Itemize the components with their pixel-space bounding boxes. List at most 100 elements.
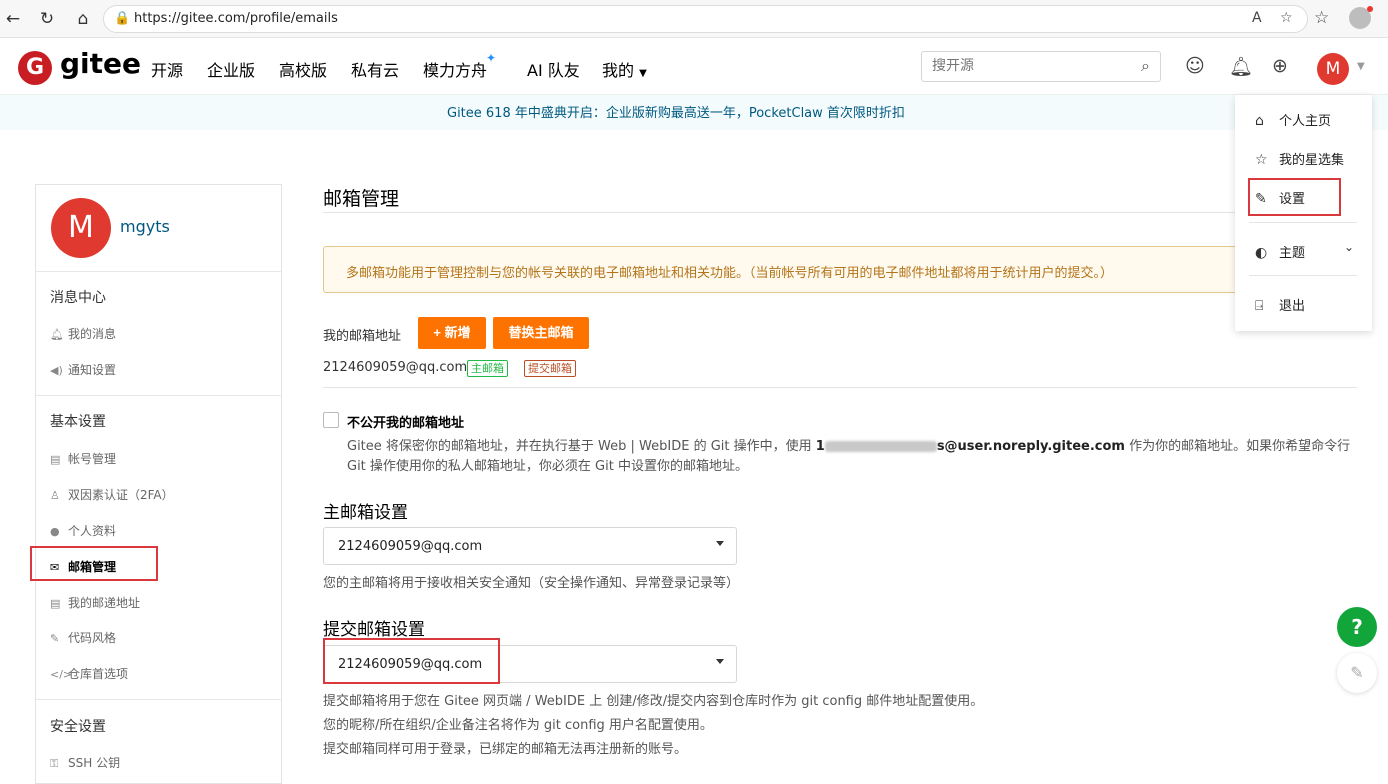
read-aloud-icon[interactable]: A [1252,10,1262,26]
profile-icon[interactable] [1349,6,1373,29]
search-input[interactable] [932,58,1122,74]
star-icon: ☆ [1255,152,1268,168]
nav-mine[interactable]: 我的 ▼ [602,57,647,81]
notice-text: 多邮箱功能用于管理控制与您的帐号关联的电子邮箱地址和相关功能。（当前帐号所有可用… [346,266,1114,281]
menu-item-logout[interactable]: ⍈ 退出 [1255,295,1305,314]
primary-email-section-title: 主邮箱设置 [323,503,408,523]
divider [1249,275,1357,276]
gitee-logo-icon[interactable]: G [18,51,52,85]
logo-text[interactable]: gitee [60,47,141,80]
sidebar-item-label: 代码风格 [68,631,117,645]
favorites-icon[interactable]: ☆ [1314,8,1329,28]
help-button[interactable]: ? [1337,607,1377,647]
sidebar-username[interactable]: mgyts [120,217,170,236]
caret-down-icon [716,541,724,546]
menu-item-label: 退出 [1279,299,1306,314]
hide-email-description: Gitee 将保密你的邮箱地址，并在执行基于 Web | WebIDE 的 Gi… [347,435,1350,454]
menu-item-homepage[interactable]: ⌂ 个人主页 [1255,110,1331,129]
sparkle-icon: ✦ [486,51,497,65]
banner-text: Gitee 618 年中盛典开启：企业版新购最高送一年，PocketClaw 首… [447,106,905,121]
sidebar-item-label: 个人资料 [68,524,117,538]
divider [1249,222,1357,223]
highlight-box [323,638,500,684]
select-value: 2124609059@qq.com [338,539,483,554]
sidebar-item-my-messages[interactable]: 🔔︎ 我的消息 [50,325,116,342]
browser-toolbar: ← ↻ ⌂ 🔒 https://gitee.com/profile/emails… [0,0,1388,38]
redacted-text [824,441,937,452]
bell-icon[interactable]: 🔔︎ [1229,55,1253,78]
address-url: https://gitee.com/profile/emails [134,11,338,26]
email-address: 2124609059@qq.com [323,360,468,375]
settings-sidebar: M mgyts 消息中心 🔔︎ 我的消息 ◀) 通知设置 基本设置 ▤ 帐号管理 ♙ 双… [35,184,282,784]
nav-ai-teammate[interactable]: AI 队友 [527,57,580,81]
back-icon[interactable]: ← [2,8,24,30]
sidebar-item-2fa[interactable]: ♙ 双因素认证（2FA） [50,486,174,503]
id-card-icon: ▤ [50,453,61,466]
caret-down-icon [716,659,724,664]
bell-icon: 🔔︎ [50,328,64,341]
sidebar-item-label: 帐号管理 [68,452,117,466]
refresh-icon[interactable]: ↻ [36,8,58,30]
sidebar-item-profile[interactable]: ● 个人资料 [50,522,116,539]
commit-email-hint-1: 提交邮箱将用于您在 Gitee 网页端 / WebIDE 上 创建/修改/提交内… [323,694,984,709]
caret-down-icon[interactable]: ▼ [1357,61,1365,72]
add-email-button[interactable]: + 新增 [418,317,486,349]
desc-text: 作为你的邮箱地址。如果你希望命令行 [1129,439,1351,454]
plus-circle-icon[interactable]: ⊕ [1272,55,1288,77]
sidebar-item-label: 我的消息 [68,327,117,341]
sidebar-item-label: 仓库首选项 [68,667,129,681]
hide-email-checkbox[interactable] [323,412,339,428]
site-header: G gitee 开源 企业版 高校版 私有云 模力方舟 ✦ AI 队友 我的 ▼… [0,39,1388,95]
sidebar-item-mailing-address[interactable]: ▤ 我的邮递地址 [50,594,140,611]
hide-email-description-2: Git 操作使用你的私人邮箱地址，你必须在 Git 中设置你的邮箱地址。 [347,459,748,474]
nav-education[interactable]: 高校版 [279,57,327,81]
page-title: 邮箱管理 [323,188,400,210]
menu-item-theme[interactable]: ◐ 主题 [1255,242,1305,261]
menu-item-label: 我的星选集 [1279,153,1345,168]
hide-email-label[interactable]: 不公开我的邮箱地址 [347,412,464,431]
divider [323,212,1357,213]
divider [36,395,281,396]
sidebar-item-label: 我的邮递地址 [68,596,141,610]
favorite-icon[interactable]: ☆ [1280,10,1293,26]
user-dropdown-menu: ⌂ 个人主页 ☆ 我的星选集 ✎ 设置 ◐ 主题 ⌄ ⍈ 退出 [1235,95,1372,331]
group-basic-settings: 基本设置 [50,414,106,430]
sidebar-item-label: SSH 公钥 [68,756,121,770]
bot-icon[interactable]: ☺ [1185,55,1205,77]
info-notice: 多邮箱功能用于管理控制与您的帐号关联的电子邮箱地址和相关功能。（当前帐号所有可用… [323,246,1357,293]
feedback-edit-icon[interactable]: ✎ [1337,653,1377,693]
menu-item-stars[interactable]: ☆ 我的星选集 [1255,149,1344,168]
user-icon: ● [50,525,60,538]
code-icon: </> [50,668,73,681]
emails-label: 我的邮箱地址 [323,329,402,344]
highlight-box [1248,178,1341,216]
sidebar-item-ssh-keys[interactable]: ⚿ SSH 公钥 [50,754,120,771]
sidebar-item-repo-preferences[interactable]: </>仓库首选项 [50,665,128,682]
search-icon[interactable]: ⌕ [1141,56,1150,76]
group-security-settings: 安全设置 [50,719,106,735]
highlight-box [30,546,158,581]
sidebar-avatar[interactable]: M [51,198,111,258]
promo-banner[interactable]: Gitee 618 年中盛典开启：企业版新购最高送一年，PocketClaw 首… [0,95,1388,130]
primary-email-badge: 主邮箱 [467,360,508,377]
divider [36,271,281,272]
primary-email-select[interactable]: 2124609059@qq.com [323,527,737,565]
sidebar-item-account[interactable]: ▤ 帐号管理 [50,450,116,467]
sidebar-item-notification-settings[interactable]: ◀) 通知设置 [50,361,116,378]
brush-icon: ✎ [50,632,60,645]
commit-email-section-title: 提交邮箱设置 [323,620,425,640]
user-avatar[interactable]: M [1317,53,1349,85]
chevron-down-icon[interactable]: ⌄ [1344,240,1354,254]
nav-mine-label: 我的 [602,61,635,80]
primary-email-hint: 您的主邮箱将用于接收相关安全通知（安全操作通知、异常登录记录等） [323,576,740,591]
home-icon[interactable]: ⌂ [72,8,94,30]
nav-moli[interactable]: 模力方舟 [423,57,487,81]
address-bar[interactable]: 🔒 https://gitee.com/profile/emails A ☆ [103,5,1308,33]
key-icon: ⚿ [50,757,59,770]
nav-private-cloud[interactable]: 私有云 [351,57,399,81]
sidebar-item-code-style[interactable]: ✎ 代码风格 [50,629,116,646]
home-icon: ⌂ [1255,113,1264,129]
nav-opensource[interactable]: 开源 [151,57,183,81]
replace-primary-email-button[interactable]: 替换主邮箱 [493,317,589,349]
nav-enterprise[interactable]: 企业版 [207,57,255,81]
